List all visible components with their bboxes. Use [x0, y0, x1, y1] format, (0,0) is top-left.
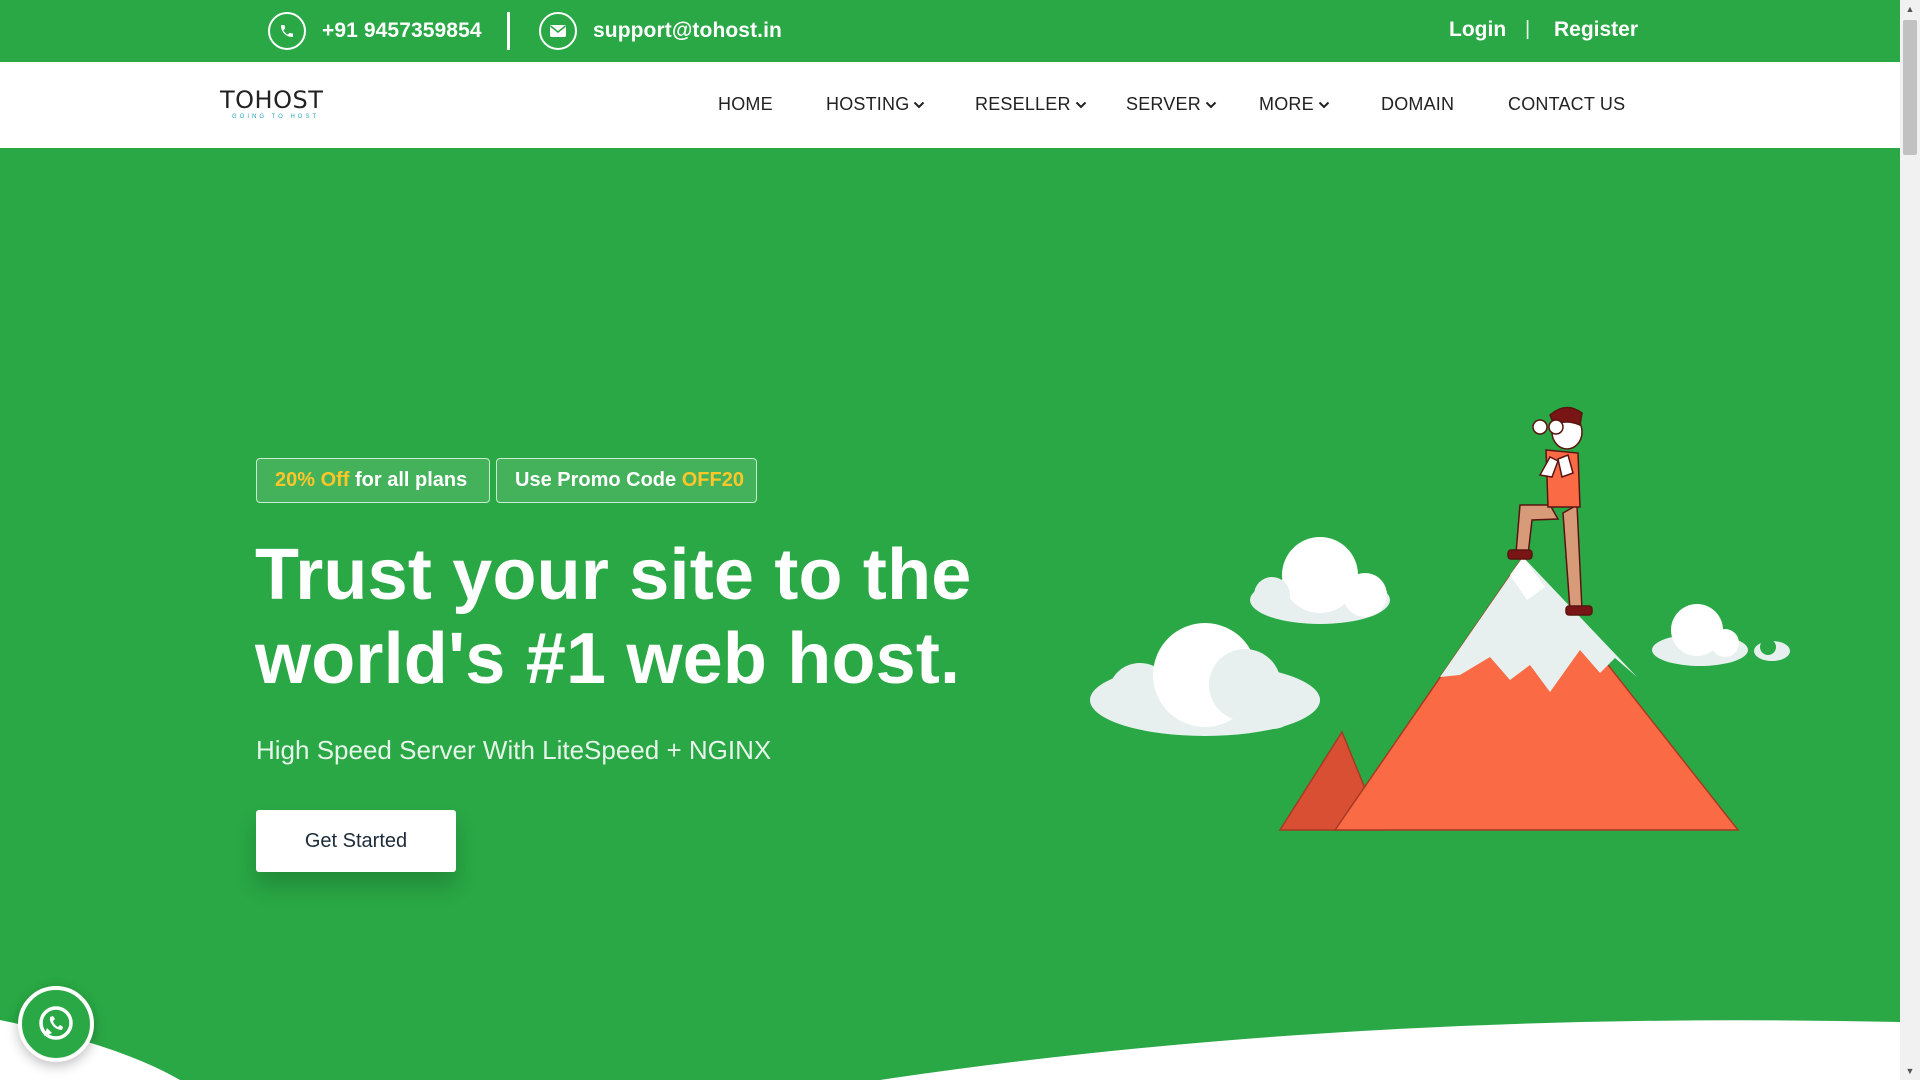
nav-contact-us-label: CONTACT US [1508, 94, 1626, 114]
nav-domain-label: DOMAIN [1381, 94, 1455, 114]
discount-text: for all plans [349, 469, 468, 491]
whatsapp-icon [39, 1006, 73, 1040]
top-contact-bar: +91 9457359854 support@tohost.in Login |… [0, 0, 1900, 62]
nav-reseller-label: RESELLER [975, 94, 1071, 114]
nav-server-label: SERVER [1126, 94, 1201, 114]
email-address: support@tohost.in [593, 19, 782, 42]
scrollbar-thumb[interactable] [1903, 20, 1917, 155]
cloud-top [1250, 537, 1390, 624]
chevron-down-icon [1318, 101, 1330, 108]
whatsapp-chat-button[interactable] [18, 986, 94, 1062]
bottom-wave [0, 1020, 1900, 1080]
chevron-down-icon [1205, 101, 1217, 108]
email-contact[interactable]: support@tohost.in [539, 12, 782, 50]
nav-home[interactable]: HOME [718, 94, 773, 115]
promo-code: OFF20 [681, 469, 744, 491]
promo-prefix: Use Promo Code [515, 469, 682, 491]
headline-line-2: world's #1 web host. [255, 619, 961, 699]
register-link[interactable]: Register [1554, 18, 1638, 42]
headline-line-1: Trust your site to the [255, 535, 972, 615]
login-link[interactable]: Login [1449, 18, 1506, 42]
nav-hosting[interactable]: HOSTING [826, 94, 925, 115]
mountain-hiker-illustration [1090, 406, 1790, 831]
page-scrollbar[interactable]: ▲ ▼ [1900, 0, 1920, 1080]
get-started-button[interactable]: Get Started [256, 810, 456, 872]
chevron-down-icon [914, 101, 925, 108]
nav-more-label: MORE [1259, 94, 1314, 114]
discount-highlight: 20% Off [275, 469, 350, 491]
hero-headline: Trust your site to the world's #1 web ho… [255, 533, 1055, 701]
cloud-right [1652, 604, 1790, 666]
contact-divider [507, 12, 510, 50]
nav-domain[interactable]: DOMAIN [1381, 94, 1454, 115]
discount-badge: 20% Off for all plans [256, 458, 490, 503]
nav-reseller[interactable]: RESELLER [975, 94, 1087, 115]
phone-number: +91 9457359854 [322, 19, 482, 42]
nav-home-label: HOME [718, 94, 773, 114]
scroll-up-arrow-icon[interactable]: ▲ [1900, 0, 1920, 18]
scroll-down-arrow-icon[interactable]: ▼ [1900, 1062, 1920, 1080]
logo-tagline: GOING TO HOST [232, 114, 320, 120]
cloud-left [1090, 623, 1320, 736]
main-navbar: TOHOST GOING TO HOST HOME HOSTING RESELL… [0, 62, 1900, 148]
auth-separator: | [1525, 18, 1531, 40]
logo-text: TOHOST [220, 86, 324, 114]
envelope-icon [539, 12, 577, 50]
phone-contact[interactable]: +91 9457359854 [268, 12, 482, 50]
nav-more[interactable]: MORE [1259, 94, 1330, 115]
promo-code-badge: Use Promo Code OFF20 [496, 458, 757, 503]
nav-server[interactable]: SERVER [1126, 94, 1217, 115]
site-logo[interactable]: TOHOST GOING TO HOST [220, 88, 323, 120]
phone-icon [268, 12, 306, 50]
nav-hosting-label: HOSTING [826, 94, 910, 114]
hero-subheadline: High Speed Server With LiteSpeed + NGINX [256, 735, 772, 765]
nav-contact-us[interactable]: CONTACT US [1508, 94, 1625, 115]
chevron-down-icon [1075, 101, 1086, 108]
